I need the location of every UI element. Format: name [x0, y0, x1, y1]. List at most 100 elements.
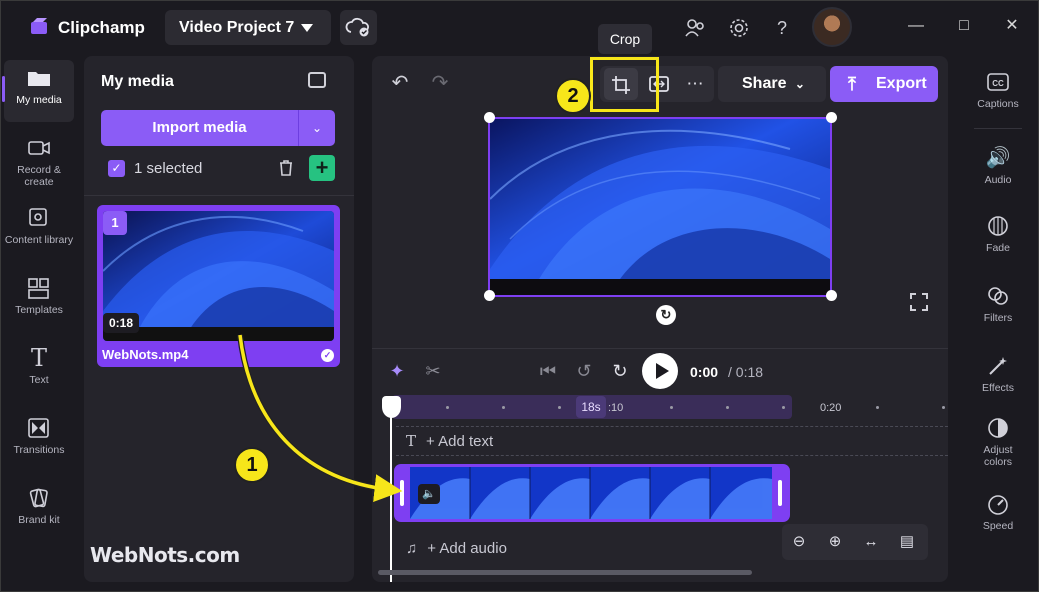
step-1-badge: 1 — [234, 447, 270, 483]
project-name-button[interactable]: Video Project 7 — [165, 10, 331, 45]
clipchamp-logo-icon — [31, 18, 47, 34]
effects-button[interactable]: Effects — [968, 354, 1028, 394]
divider — [372, 348, 948, 349]
undo-icon[interactable]: ↶ — [390, 73, 410, 93]
video-clip[interactable] — [394, 464, 790, 522]
resize-handle[interactable] — [826, 112, 837, 123]
add-audio-label: + Add audio — [427, 540, 507, 557]
clip-trim-handle-right[interactable] — [778, 480, 782, 506]
right-properties-panel: CC Captions 🔊 Audio Fade Filters Effects… — [960, 56, 1039, 592]
import-media-button[interactable]: Import media ⌄ — [101, 110, 335, 146]
sparkle-icon[interactable]: ✦ — [384, 361, 410, 382]
editor-panel: ↶ ↷ ⋯ Share ⌄ ⤒ Export ↻ ✦ ✂ ⏮ ↺ ↻ 0:00 … — [372, 56, 948, 582]
people-icon[interactable] — [684, 16, 708, 40]
select-checkbox[interactable]: ✓ — [108, 160, 125, 177]
nav-item-text[interactable]: T Text — [4, 340, 74, 402]
scissors-icon[interactable]: ✂ — [420, 361, 446, 382]
fit-timeline-icon[interactable]: ↔ — [860, 532, 882, 554]
redo-icon[interactable]: ↷ — [430, 73, 450, 93]
divider — [84, 195, 354, 196]
play-button[interactable] — [642, 353, 678, 389]
media-card[interactable]: 1 0:18 WebNots.mp4 ✓ — [97, 205, 340, 367]
chevron-down-icon: ⌄ — [794, 77, 805, 91]
adjust-colors-button[interactable]: Adjust colors — [968, 416, 1028, 468]
close-icon[interactable]: ✕ — [1000, 14, 1024, 38]
speaker-icon[interactable]: 🔈 — [418, 484, 440, 504]
speed-icon — [985, 492, 1011, 516]
app-name: Clipchamp — [58, 18, 145, 37]
nav-item-templates[interactable]: Templates — [4, 270, 74, 332]
clip-trim-handle-left[interactable] — [400, 480, 404, 506]
resize-handle[interactable] — [484, 112, 495, 123]
nav-item-transitions[interactable]: Transitions — [4, 410, 74, 472]
camera-icon — [26, 136, 52, 160]
export-button[interactable]: ⤒ Export — [830, 66, 938, 102]
clip-thumbnails — [410, 467, 772, 519]
zoom-out-icon[interactable]: ⊖ — [788, 532, 810, 554]
add-text-button[interactable]: T + Add text — [406, 432, 493, 450]
chevron-down-icon[interactable]: ⌄ — [299, 110, 335, 146]
filters-button[interactable]: Filters — [968, 284, 1028, 324]
nav-item-my-media[interactable]: My media — [2, 60, 74, 122]
playhead[interactable] — [390, 400, 392, 582]
resize-handle[interactable] — [826, 290, 837, 301]
video-preview[interactable] — [488, 117, 832, 297]
fade-button[interactable]: Fade — [968, 214, 1028, 254]
adjust-colors-label: Adjust colors — [983, 444, 1013, 468]
minimize-icon[interactable]: — — [904, 14, 928, 38]
nav-item-content-library[interactable]: Content library — [4, 200, 74, 262]
svg-text:CC: CC — [992, 79, 1004, 88]
expand-timeline-icon[interactable]: ▤ — [896, 532, 918, 554]
resize-handle[interactable] — [484, 290, 495, 301]
zoom-in-icon[interactable]: ⊕ — [824, 532, 846, 554]
left-navigation: My media Record & create Content library… — [0, 56, 76, 592]
transitions-icon — [26, 416, 52, 440]
help-icon[interactable]: ? — [770, 16, 794, 40]
text-icon: T — [406, 432, 417, 450]
audio-button[interactable]: 🔊 Audio — [968, 146, 1028, 186]
effects-label: Effects — [982, 382, 1014, 394]
add-to-timeline-button[interactable]: + — [309, 155, 335, 181]
more-options-icon[interactable]: ⋯ — [678, 68, 712, 100]
brand-kit-icon — [26, 486, 52, 510]
project-name: Video Project 7 — [179, 19, 295, 36]
fullscreen-icon[interactable] — [910, 293, 928, 311]
cloud-sync-button[interactable] — [340, 10, 377, 45]
maximize-icon[interactable]: □ — [952, 14, 976, 38]
media-panel: My media Import media ⌄ ✓ 1 selected + 1… — [84, 56, 354, 582]
captions-button[interactable]: CC Captions — [968, 70, 1028, 110]
speed-button[interactable]: Speed — [968, 492, 1028, 532]
media-panel-title: My media — [101, 73, 174, 90]
collapse-panel-icon[interactable] — [308, 72, 326, 88]
divider — [974, 128, 1022, 129]
selected-count: 1 selected — [134, 160, 203, 177]
add-audio-button[interactable]: ♫ + Add audio — [406, 540, 507, 557]
adjust-colors-icon — [985, 416, 1011, 440]
rewind-5-icon[interactable]: ↺ — [571, 361, 597, 382]
clip-length-badge: 18s — [576, 396, 606, 418]
timeline-scrollbar[interactable] — [378, 570, 752, 575]
share-label: Share — [742, 75, 787, 92]
fade-icon — [985, 214, 1011, 238]
crop-tooltip: Crop — [598, 24, 652, 54]
captions-icon: CC — [985, 70, 1011, 94]
chevron-down-icon — [301, 24, 313, 32]
forward-5-icon[interactable]: ↻ — [607, 361, 633, 382]
add-text-label: + Add text — [426, 433, 494, 450]
ruler-tick — [446, 406, 449, 409]
fade-label: Fade — [986, 242, 1010, 254]
nav-label: Transitions — [13, 444, 65, 456]
rotate-icon[interactable]: ↻ — [656, 305, 676, 325]
share-button[interactable]: Share ⌄ — [718, 66, 826, 102]
nav-item-record-create[interactable]: Record & create — [4, 130, 74, 192]
ruler-tick — [782, 406, 785, 409]
current-time: 0:00 — [690, 364, 719, 380]
playhead-handle[interactable] — [382, 396, 401, 418]
nav-item-brand-kit[interactable]: Brand kit — [4, 480, 74, 542]
nav-label: Templates — [15, 304, 63, 316]
templates-icon — [26, 276, 52, 300]
skip-back-icon[interactable]: ⏮ — [535, 361, 561, 382]
avatar[interactable] — [812, 7, 852, 47]
gear-icon[interactable] — [727, 16, 751, 40]
trash-icon[interactable] — [276, 158, 296, 178]
